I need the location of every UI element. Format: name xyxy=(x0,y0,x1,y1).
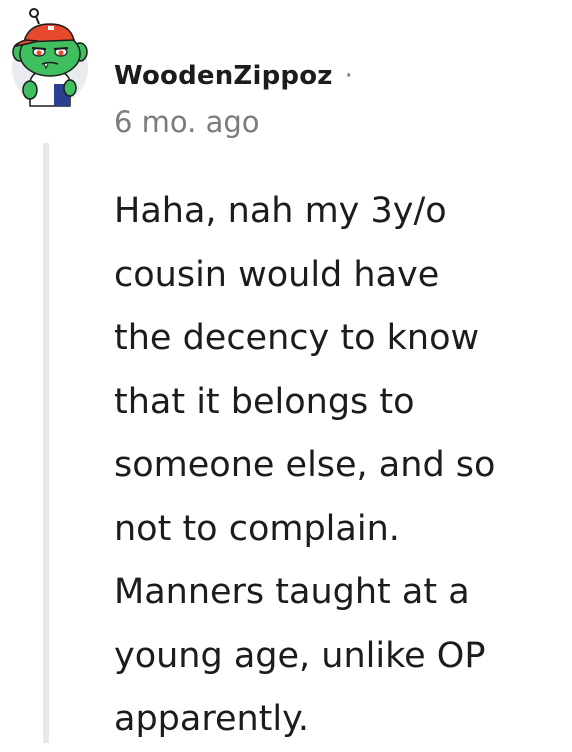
snoo-avatar-icon xyxy=(12,8,88,107)
thread-line[interactable] xyxy=(43,143,49,743)
comment-header: WoodenZippoz · xyxy=(114,54,353,98)
user-avatar[interactable] xyxy=(8,6,92,110)
comment-body-line: cousin would have xyxy=(114,254,440,295)
comment-body-line: not to complain. xyxy=(114,508,400,549)
comment-body: Haha, nah my 3y/o cousin would have the … xyxy=(114,180,564,752)
comment-body-line: the decency to know xyxy=(114,318,480,358)
comment-body-line: apparently. xyxy=(114,699,309,739)
comment-body-line: someone else, and so xyxy=(114,445,496,485)
comment-body-line: that it belongs to xyxy=(114,381,415,422)
comment-body-line: young age, unlike OP xyxy=(114,635,486,676)
comment-body-line: Haha, nah my 3y/o xyxy=(114,191,447,231)
comment: WoodenZippoz · 6 mo. ago Haha, nah my 3y… xyxy=(0,0,572,743)
comment-body-line: Manners taught at a xyxy=(114,572,470,612)
comment-timestamp[interactable]: 6 mo. ago xyxy=(114,105,260,139)
username-row: WoodenZippoz · xyxy=(114,54,353,98)
meta-separator: · xyxy=(344,61,353,91)
author-username[interactable]: WoodenZippoz xyxy=(114,61,333,91)
